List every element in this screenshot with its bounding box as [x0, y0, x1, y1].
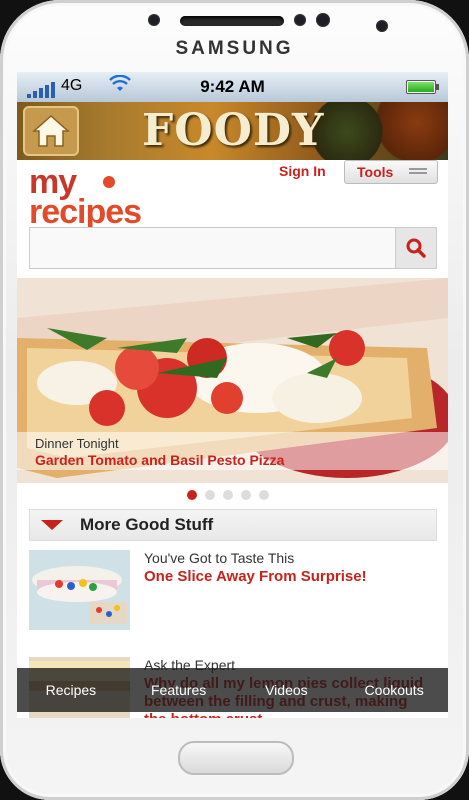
collapse-triangle-icon [41, 520, 63, 530]
phone-frame: SAMSUNG 4G 9:42 AM FOODY my recipes Sign… [0, 0, 469, 800]
search-bar [29, 227, 437, 269]
search-icon [406, 238, 426, 258]
front-camera [376, 20, 388, 32]
webview: my recipes Sign In Tools Dinner Tonight … [17, 160, 448, 718]
sensor-dot [294, 14, 306, 26]
tab-features[interactable]: Features [125, 668, 233, 712]
earpiece-speaker [180, 16, 284, 26]
carousel-dot[interactable] [241, 490, 251, 500]
logo-dot [103, 176, 115, 188]
sign-in-link[interactable]: Sign In [279, 163, 326, 179]
tab-videos[interactable]: Videos [233, 668, 341, 712]
menu-lines-icon [409, 168, 427, 170]
carousel-pager[interactable] [187, 490, 269, 500]
hero-kicker: Dinner Tonight [35, 436, 119, 451]
carousel-dot[interactable] [205, 490, 215, 500]
carousel-dot[interactable] [223, 490, 233, 500]
tab-cookouts[interactable]: Cookouts [340, 668, 448, 712]
section-title: More Good Stuff [80, 515, 214, 534]
carousel-dot[interactable] [187, 490, 197, 500]
home-button[interactable] [23, 106, 79, 156]
logo-line-2: recipes [29, 193, 142, 231]
battery-icon [406, 80, 439, 94]
list-item[interactable]: You've Got to Taste This One Slice Away … [29, 550, 435, 630]
app-header: FOODY [17, 102, 448, 160]
status-bar: 4G 9:42 AM [17, 72, 448, 102]
search-input[interactable] [34, 232, 394, 264]
search-button[interactable] [395, 228, 436, 268]
section-header[interactable]: More Good Stuff [29, 509, 437, 541]
tools-menu-button[interactable]: Tools [344, 160, 438, 184]
device-brand: SAMSUNG [175, 38, 294, 59]
bottom-tab-bar: Recipes Features Videos Cookouts [17, 668, 448, 712]
sensor-dot [316, 13, 330, 27]
tab-recipes[interactable]: Recipes [17, 668, 125, 712]
physical-home-button[interactable] [178, 741, 294, 775]
myrecipes-logo[interactable]: my recipes [29, 165, 142, 231]
hero-carousel[interactable]: Dinner Tonight Garden Tomato and Basil P… [17, 278, 448, 483]
status-time: 9:42 AM [200, 77, 265, 96]
app-title: FOODY [142, 105, 325, 156]
house-icon [32, 114, 70, 147]
item-kicker: You've Got to Taste This [144, 550, 295, 566]
carousel-dot[interactable] [259, 490, 269, 500]
item-headline[interactable]: One Slice Away From Surprise! [144, 568, 434, 586]
hero-title[interactable]: Garden Tomato and Basil Pesto Pizza [35, 452, 284, 468]
tools-label: Tools [357, 164, 394, 180]
cake-thumbnail [29, 550, 130, 630]
sensor-dot [148, 14, 160, 26]
device-screen: 4G 9:42 AM FOODY my recipes Sign In Tool… [17, 72, 448, 718]
